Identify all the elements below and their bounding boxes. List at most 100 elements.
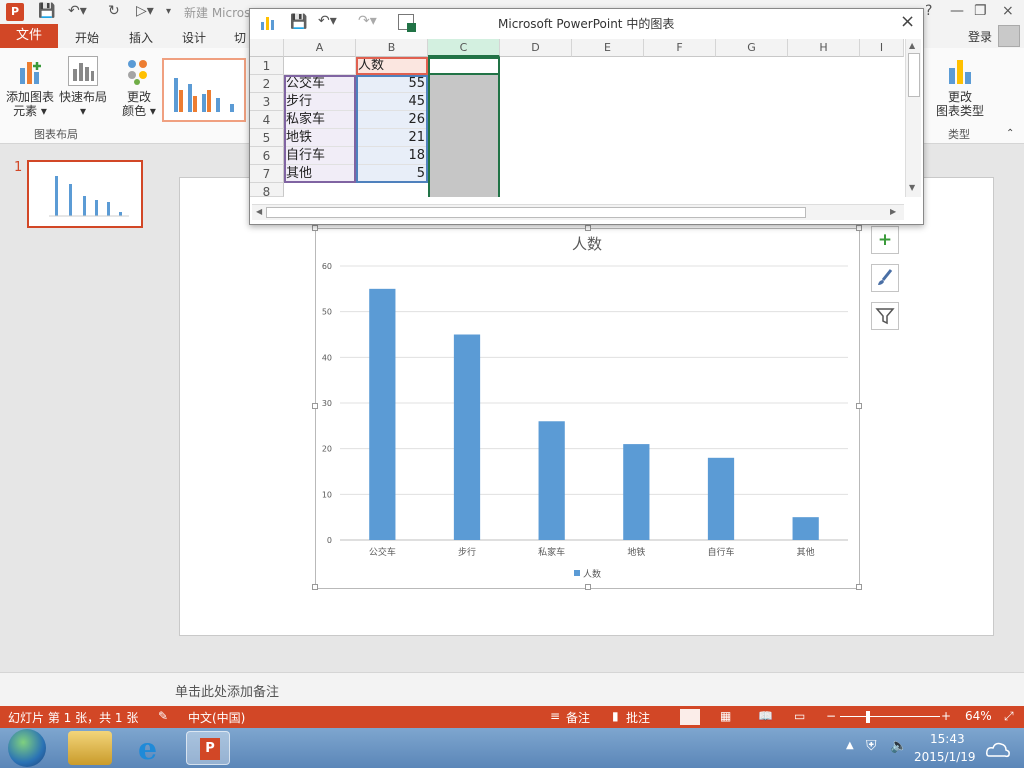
notes-icon[interactable]: ≡	[550, 709, 560, 723]
tab-design[interactable]: 设计	[182, 29, 206, 46]
chart-frame[interactable]: 人数 0 10 20 30 40 50 60 公交车 步行 私家车 地铁 自行车 其他 人数	[312, 225, 862, 590]
row-header[interactable]: 7	[250, 165, 284, 183]
edit-in-excel-icon[interactable]	[398, 14, 416, 32]
cell-value[interactable]: 18	[356, 147, 428, 165]
column-header[interactable]: H	[788, 39, 860, 57]
selected-range[interactable]	[428, 75, 500, 197]
save-icon[interactable]: 💾	[38, 3, 55, 19]
tab-home[interactable]: 开始	[75, 29, 99, 46]
select-all-corner[interactable]	[250, 39, 284, 57]
add-chart-element-button[interactable]: 添加图表 元素 ▾	[2, 90, 58, 118]
brush-icon[interactable]	[871, 264, 899, 292]
normal-view-icon[interactable]	[680, 709, 700, 725]
cell-value[interactable]: 21	[356, 129, 428, 147]
vertical-scrollbar[interactable]: ▲ ▼	[905, 39, 921, 197]
cell-value[interactable]: 26	[356, 111, 428, 129]
cell-value[interactable]: 5	[356, 165, 428, 183]
resize-handle[interactable]	[312, 584, 318, 590]
quick-layout-icon[interactable]	[68, 56, 98, 86]
add-chart-element-icon[interactable]	[18, 58, 44, 86]
cell-value[interactable]: 55	[356, 75, 428, 93]
clock-time[interactable]: 15:43	[930, 732, 965, 746]
file-explorer-icon[interactable]	[68, 731, 112, 765]
cell-category[interactable]: 自行车	[284, 147, 356, 165]
zoom-out-icon[interactable]: −	[826, 709, 836, 723]
horizontal-scroll-thumb[interactable]	[266, 207, 806, 218]
save-icon[interactable]: 💾	[290, 14, 307, 30]
scroll-left-icon[interactable]: ◀	[256, 207, 262, 216]
tab-insert[interactable]: 插入	[129, 29, 153, 46]
collapse-ribbon-icon[interactable]: ⌃	[1006, 128, 1014, 139]
resize-handle[interactable]	[312, 225, 318, 231]
notes-button[interactable]: 备注	[566, 709, 590, 726]
restore-icon[interactable]: ❐	[974, 3, 987, 19]
cell-c1-active[interactable]	[428, 57, 500, 75]
login-link[interactable]: 登录	[968, 28, 992, 45]
cell-a1[interactable]	[284, 57, 356, 75]
column-header[interactable]: D	[500, 39, 572, 57]
bar[interactable]	[453, 334, 481, 541]
zoom-slider-track[interactable]	[840, 716, 940, 717]
row-header[interactable]: 2	[250, 75, 284, 93]
internet-explorer-icon[interactable]: e	[128, 731, 172, 767]
change-chart-type-icon[interactable]	[946, 58, 974, 86]
scroll-up-icon[interactable]: ▲	[909, 41, 915, 50]
row-header[interactable]: 3	[250, 93, 284, 111]
chart-data-window[interactable]: 💾 ↶▾ ↷▾ Microsoft PowerPoint 中的图表 × A B …	[249, 8, 924, 225]
start-button[interactable]	[8, 729, 46, 767]
spellcheck-icon[interactable]: ✎	[158, 709, 168, 723]
column-header[interactable]: B	[356, 39, 428, 57]
filter-icon[interactable]	[871, 302, 899, 330]
clock-date[interactable]: 2015/1/19	[914, 750, 976, 764]
slideshow-icon[interactable]: ▭	[794, 709, 805, 723]
row-header[interactable]: 6	[250, 147, 284, 165]
bar[interactable]	[538, 421, 565, 540]
zoom-level[interactable]: 64%	[965, 709, 992, 723]
comments-icon[interactable]: ▮	[612, 709, 619, 723]
palette-icon[interactable]	[126, 58, 154, 86]
scroll-down-icon[interactable]: ▼	[909, 183, 915, 192]
change-chart-type-button[interactable]: 更改 图表类型	[932, 90, 988, 118]
language-indicator[interactable]: 中文(中国)	[188, 709, 245, 726]
column-header[interactable]: C	[428, 39, 500, 57]
cell-category[interactable]: 步行	[284, 93, 356, 111]
row-header[interactable]: 1	[250, 57, 284, 75]
row-header[interactable]: 4	[250, 111, 284, 129]
chart-elements-plus-icon[interactable]: +	[871, 226, 899, 254]
column-header[interactable]: G	[716, 39, 788, 57]
cell-category[interactable]: 公交车	[284, 75, 356, 93]
row-header[interactable]: 8	[250, 183, 284, 199]
chart-title[interactable]: 人数	[572, 235, 602, 253]
bar[interactable]	[707, 457, 735, 540]
minimize-icon[interactable]: —	[950, 3, 964, 19]
cell-category[interactable]: 其他	[284, 165, 356, 183]
bar[interactable]	[792, 517, 819, 540]
reading-view-icon[interactable]: 📖	[758, 709, 773, 723]
resize-handle[interactable]	[856, 225, 862, 231]
zoom-in-icon[interactable]: +	[941, 709, 951, 723]
row-header[interactable]: 5	[250, 129, 284, 147]
scroll-right-icon[interactable]: ▶	[890, 207, 896, 216]
column-header[interactable]: I	[860, 39, 904, 57]
comments-button[interactable]: 批注	[626, 709, 650, 726]
cell-category[interactable]: 私家车	[284, 111, 356, 129]
resize-handle[interactable]	[585, 225, 591, 231]
column-header[interactable]: A	[284, 39, 356, 57]
volume-icon[interactable]: 🔈	[890, 738, 907, 754]
tray-expand-icon[interactable]: ▲	[846, 740, 854, 751]
resize-handle[interactable]	[856, 584, 862, 590]
cell-category[interactable]: 地铁	[284, 129, 356, 147]
start-presentation-icon[interactable]: ▷▾	[136, 3, 154, 19]
notes-placeholder[interactable]: 单击此处添加备注	[175, 681, 279, 700]
cell-b1[interactable]: 人数	[356, 57, 428, 75]
column-header[interactable]: E	[572, 39, 644, 57]
close-icon[interactable]: ×	[900, 11, 915, 32]
close-icon[interactable]: ×	[1002, 3, 1014, 19]
tab-file[interactable]: 文件	[0, 24, 58, 48]
undo-icon[interactable]: ↶▾	[318, 13, 337, 29]
help-icon[interactable]: ?	[925, 3, 932, 19]
redo-icon[interactable]: ↻	[108, 3, 120, 19]
redo-icon[interactable]: ↷▾	[358, 13, 377, 29]
quick-layout-button[interactable]: 快速布局 ▾	[56, 90, 110, 118]
avatar[interactable]	[998, 25, 1020, 47]
